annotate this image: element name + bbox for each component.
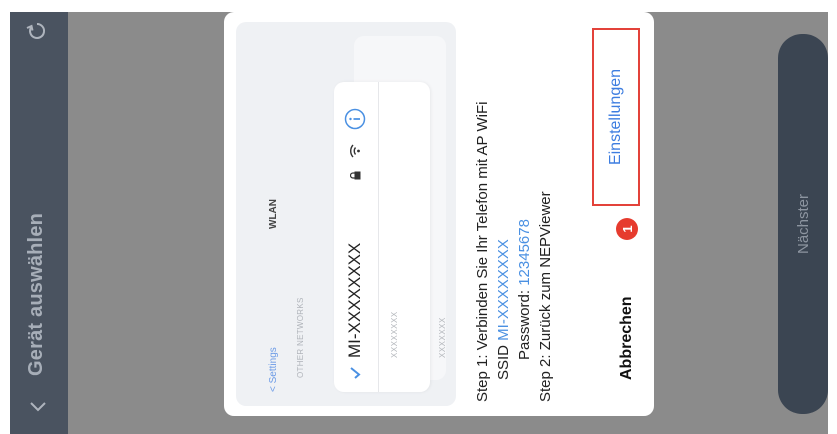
illustration-network-placeholder: XXXXXXX (438, 317, 447, 358)
illustration-title: WLAN (268, 199, 279, 229)
page-title: Gerät auswählen (25, 212, 47, 376)
password-line: Password: 12345678 (514, 22, 535, 402)
ssid-value: MI-XXXXXXXX (495, 239, 512, 341)
connect-wifi-dialog: < Settings WLAN OTHER NETWORKS MI-XXXXXX… (224, 12, 654, 416)
dialog-actions: Abbrechen 1 Einstellungen (574, 12, 654, 416)
illustration-nav: < Settings WLAN (266, 36, 288, 392)
illustration-ssid: MI-XXXXXXXX (345, 242, 364, 358)
step-2-text: Step 2: Zurück zum NEPViewer (537, 191, 554, 402)
settings-button[interactable]: Einstellungen (592, 28, 640, 206)
illustration-network-card: MI-XXXXXXXX XXXXXXXX (334, 82, 430, 392)
chevron-left-icon[interactable] (24, 392, 52, 420)
next-button[interactable]: Nächster (778, 34, 828, 414)
checkmark-icon (350, 367, 361, 379)
step-badge: 1 (616, 218, 638, 240)
phone-screen: Gerät auswählen Nächster < Settings WLAN… (10, 12, 828, 434)
ssid-prefix: SSID (495, 340, 512, 380)
rotated-phone-screen: Gerät auswählen Nächster < Settings WLAN… (0, 0, 837, 434)
lock-icon (350, 171, 361, 180)
step-1-text: Step 1: Verbinden Sie Ihr Telefon mit AP… (474, 101, 491, 402)
wifi-icon (350, 144, 360, 158)
cancel-button[interactable]: Abbrechen (618, 296, 636, 380)
illustration-network-row: MI-XXXXXXXX (334, 82, 379, 392)
refresh-icon[interactable] (22, 16, 52, 46)
ssid-line: SSID MI-XXXXXXXX (493, 22, 514, 402)
top-bar: Gerät auswählen (10, 12, 68, 434)
illustration-network-placeholder: XXXXXXXX (390, 311, 399, 358)
wifi-settings-illustration: < Settings WLAN OTHER NETWORKS MI-XXXXXX… (236, 22, 456, 406)
illustration-other-networks: OTHER NETWORKS (296, 297, 305, 378)
password-prefix: Password: (516, 285, 533, 360)
password-value: 12345678 (516, 219, 533, 286)
instructions: Step 1: Verbinden Sie Ihr Telefon mit AP… (472, 22, 556, 402)
info-icon (344, 108, 366, 130)
